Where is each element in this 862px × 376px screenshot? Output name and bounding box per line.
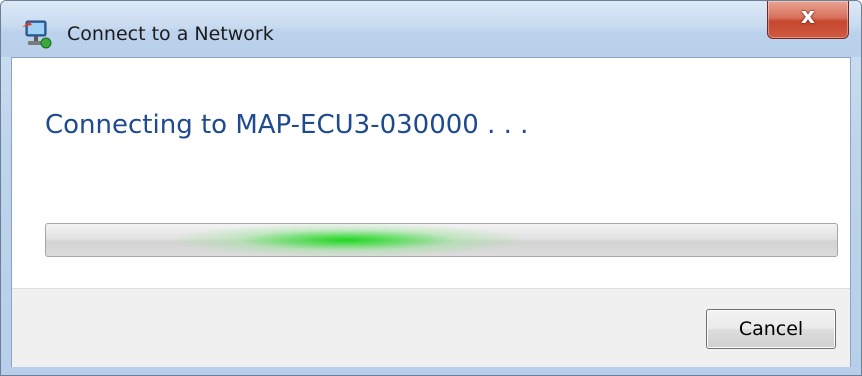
network-icon <box>20 19 52 49</box>
close-icon: x <box>800 4 816 29</box>
title-bar[interactable]: Connect to a Network x <box>1 1 861 57</box>
connecting-message: Connecting to MAP-ECU3-030000 . . . <box>45 110 529 140</box>
window-title: Connect to a Network <box>67 23 274 45</box>
close-button[interactable]: x <box>767 1 849 39</box>
connection-progress-bar <box>45 223 838 257</box>
cancel-button[interactable]: Cancel <box>706 309 836 349</box>
connect-dialog-window: Connect to a Network x Connecting to MAP… <box>0 0 862 376</box>
dialog-footer: Cancel <box>12 288 850 367</box>
dialog-content: Connecting to MAP-ECU3-030000 . . . Canc… <box>11 57 851 367</box>
progress-glow <box>176 224 517 256</box>
